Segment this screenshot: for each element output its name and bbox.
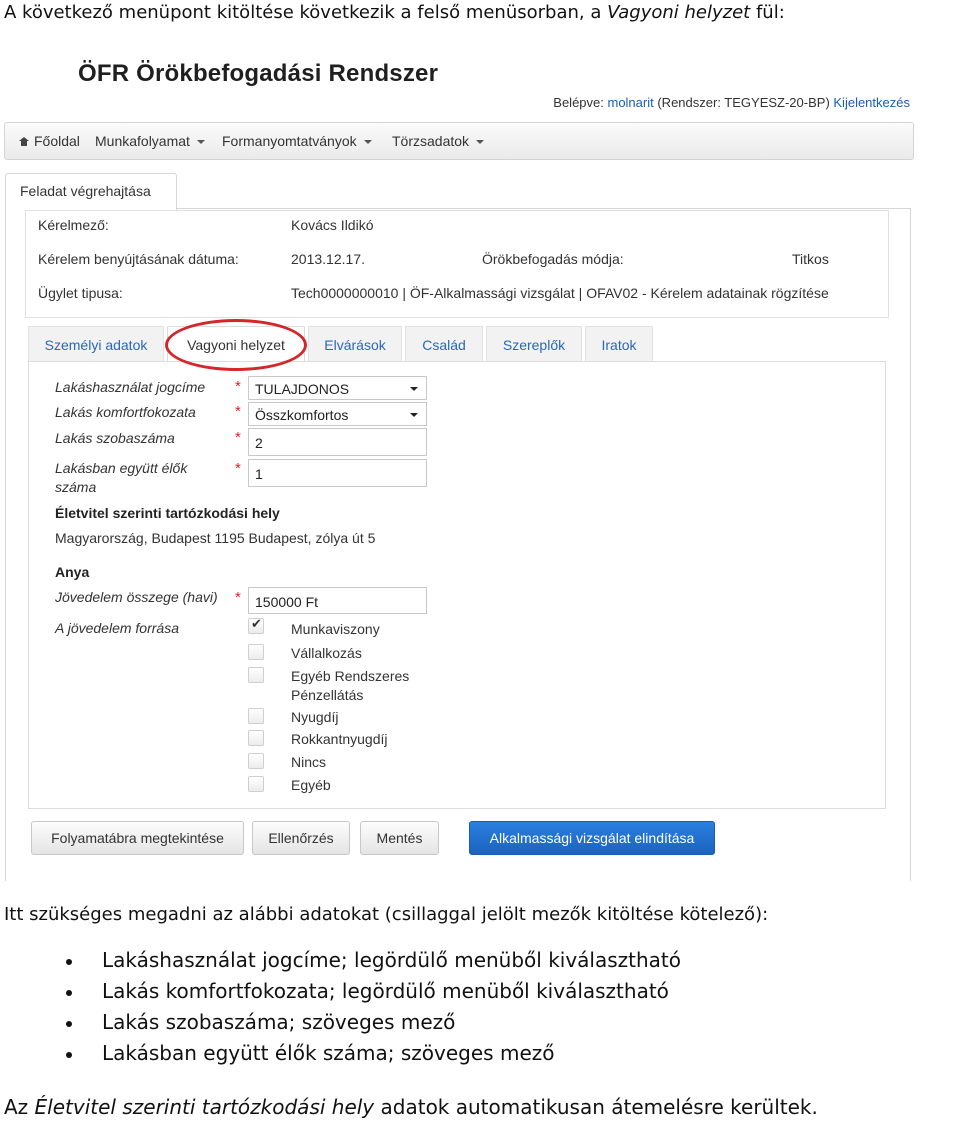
- required-marker: *: [235, 403, 241, 420]
- nav-workflow-label: Munkafolyamat: [95, 133, 190, 149]
- tab-family-label: Család: [422, 337, 466, 353]
- caret-down-icon: [196, 140, 205, 145]
- comfort-level-select[interactable]: Összkomfortos: [248, 402, 427, 426]
- residents-count-input[interactable]: 1: [248, 459, 427, 487]
- dropdown-arrow-icon: [410, 387, 418, 391]
- room-count-input[interactable]: 2: [248, 428, 427, 456]
- required-marker: *: [235, 460, 241, 477]
- adoption-mode-label: Örökbefogadás módja:: [482, 251, 624, 267]
- checkbox-enterprise[interactable]: [248, 644, 264, 660]
- tab-financial-status-label: Vagyoni helyzet: [187, 337, 285, 353]
- mother-heading: Anya: [55, 564, 90, 580]
- tab-personal-data-label: Személyi adatok: [44, 337, 148, 353]
- instruction-paragraph: Itt szükséges megadni az alábbi adatokat…: [4, 904, 769, 925]
- save-button[interactable]: Mentés: [360, 821, 439, 855]
- intro-tab-name: Vagyoni helyzet: [607, 2, 751, 23]
- caret-down-icon: [363, 140, 372, 145]
- residence-address: Magyarország, Budapest 1195 Budapest, zó…: [55, 530, 376, 546]
- required-marker: *: [235, 429, 241, 446]
- username-link[interactable]: molnarit: [607, 95, 653, 110]
- checkbox-enterprise-label: Vállalkozás: [291, 645, 362, 661]
- user-bar: Belépve: molnarit (Rendszer: TEGYESZ-20-…: [553, 95, 910, 110]
- tab-family[interactable]: Család: [405, 326, 483, 362]
- intro-text: A következő menüpont kitöltése következi…: [4, 2, 785, 23]
- adoption-mode-value: Titkos: [792, 251, 829, 267]
- required-fields-list: Lakáshasználat jogcíme; legördülő menübő…: [66, 948, 681, 1072]
- date-value: 2013.12.17.: [291, 251, 365, 267]
- tab-expectations[interactable]: Elvárások: [308, 326, 402, 362]
- tab-task-execution[interactable]: Feladat végrehajtása: [5, 173, 177, 210]
- logout-link[interactable]: Kijelentkezés: [833, 95, 910, 110]
- nav-workflow[interactable]: Munkafolyamat: [95, 133, 205, 149]
- room-count-label: Lakás szobaszáma: [55, 430, 175, 446]
- dropdown-arrow-icon: [410, 413, 418, 417]
- nav-forms[interactable]: Formanyomtatványok: [222, 133, 372, 149]
- caret-down-icon: [476, 140, 485, 145]
- checkbox-employment[interactable]: [248, 617, 264, 634]
- checkbox-pension[interactable]: [248, 708, 264, 724]
- comfort-level-value: Összkomfortos: [255, 407, 349, 423]
- required-marker: *: [235, 589, 241, 606]
- income-source-label: A jövedelem forrása: [55, 620, 179, 636]
- case-type-value: Tech0000000010 | ÖF-Alkalmassági vizsgál…: [291, 285, 829, 301]
- tab-documents-label: Iratok: [601, 337, 637, 353]
- tab-financial-status[interactable]: Vagyoni helyzet: [167, 326, 305, 362]
- checkbox-none[interactable]: [248, 753, 264, 769]
- housing-title-label: Lakáshasználat jogcíme: [55, 379, 206, 395]
- comfort-level-label: Lakás komfortfokozata: [55, 404, 196, 420]
- intro-text-end: fül:: [750, 2, 785, 23]
- app-screenshot: ÖFR Örökbefogadási Rendszer Belépve: mol…: [0, 40, 960, 881]
- nav-home[interactable]: Főoldal: [19, 133, 80, 149]
- checkbox-other[interactable]: [248, 776, 264, 792]
- housing-title-select[interactable]: TULAJDONOS: [248, 376, 427, 400]
- tab-expectations-label: Elvárások: [324, 337, 386, 353]
- intro-text-start: A következő menüpont kitöltése következi…: [4, 2, 608, 23]
- closing-text: Az Életvitel szerinti tartózkodási hely …: [4, 1095, 818, 1119]
- list-item: Lakásban együtt élők száma; szöveges mez…: [66, 1041, 681, 1072]
- list-item: Lakás szobaszáma; szöveges mező: [66, 1010, 681, 1041]
- checkbox-disability-pension[interactable]: [248, 730, 264, 746]
- closing-field-name: Életvitel szerinti tartózkodási hely: [34, 1095, 375, 1119]
- checkbox-disability-pension-label: Rokkantnyugdíj: [291, 731, 388, 747]
- date-label: Kérelem benyújtásának dátuma:: [38, 251, 239, 267]
- system-info: (Rendszer: TEGYESZ-20-BP): [653, 95, 834, 110]
- closing-text-end: adatok automatikusan átemelésre kerültek…: [374, 1095, 818, 1119]
- app-title: ÖFR Örökbefogadási Rendszer: [78, 60, 439, 87]
- checkbox-none-label: Nincs: [291, 754, 327, 770]
- tab-task-execution-label: Feladat végrehajtása: [20, 183, 151, 199]
- checkbox-pension-label: Nyugdíj: [291, 709, 339, 725]
- start-suitability-exam-button[interactable]: Alkalmassági vizsgálat elindítása: [469, 821, 715, 855]
- housing-title-value: TULAJDONOS: [255, 381, 350, 397]
- income-amount-input[interactable]: 150000 Ft: [248, 587, 427, 614]
- applicant-label: Kérelmező:: [38, 217, 109, 233]
- user-prefix: Belépve:: [553, 95, 608, 110]
- top-menubar: Főoldal Munkafolyamat Formanyomtatványok…: [4, 122, 914, 160]
- applicant-value: Kovács Ildikó: [291, 217, 374, 233]
- case-type-label: Ügylet tipusa:: [38, 285, 123, 301]
- income-amount-label: Jövedelem összege (havi): [55, 589, 218, 605]
- checkbox-employment-label: Munkaviszony: [291, 621, 380, 637]
- residence-heading: Életvitel szerinti tartózkodási hely: [55, 505, 280, 521]
- tab-participants-label: Szereplők: [502, 337, 566, 353]
- check-button[interactable]: Ellenőrzés: [252, 821, 350, 855]
- checkbox-other-regular-benefit-label: Egyéb Rendszeres Pénzellátás: [291, 668, 410, 703]
- home-icon: [19, 137, 29, 146]
- required-marker: *: [235, 378, 241, 395]
- nav-master-data[interactable]: Törzsadatok: [392, 133, 485, 149]
- list-item: Lakáshasználat jogcíme; legördülő menübő…: [66, 948, 681, 979]
- checkbox-other-label: Egyéb: [291, 777, 331, 793]
- nav-home-label: Főoldal: [34, 133, 80, 149]
- list-item: Lakás komfortfokozata; legördülő menüből…: [66, 979, 681, 1010]
- tab-personal-data[interactable]: Személyi adatok: [28, 326, 164, 362]
- tab-participants[interactable]: Szereplők: [486, 326, 582, 362]
- checkbox-other-regular-benefit[interactable]: [248, 667, 264, 683]
- residents-count-label: Lakásban együtt élők száma: [55, 460, 188, 495]
- tab-documents[interactable]: Iratok: [585, 326, 653, 362]
- nav-master-data-label: Törzsadatok: [392, 133, 470, 149]
- view-flowchart-button[interactable]: Folyamatábra megtekintése: [31, 821, 244, 855]
- closing-text-start: Az: [4, 1095, 35, 1119]
- nav-forms-label: Formanyomtatványok: [222, 133, 357, 149]
